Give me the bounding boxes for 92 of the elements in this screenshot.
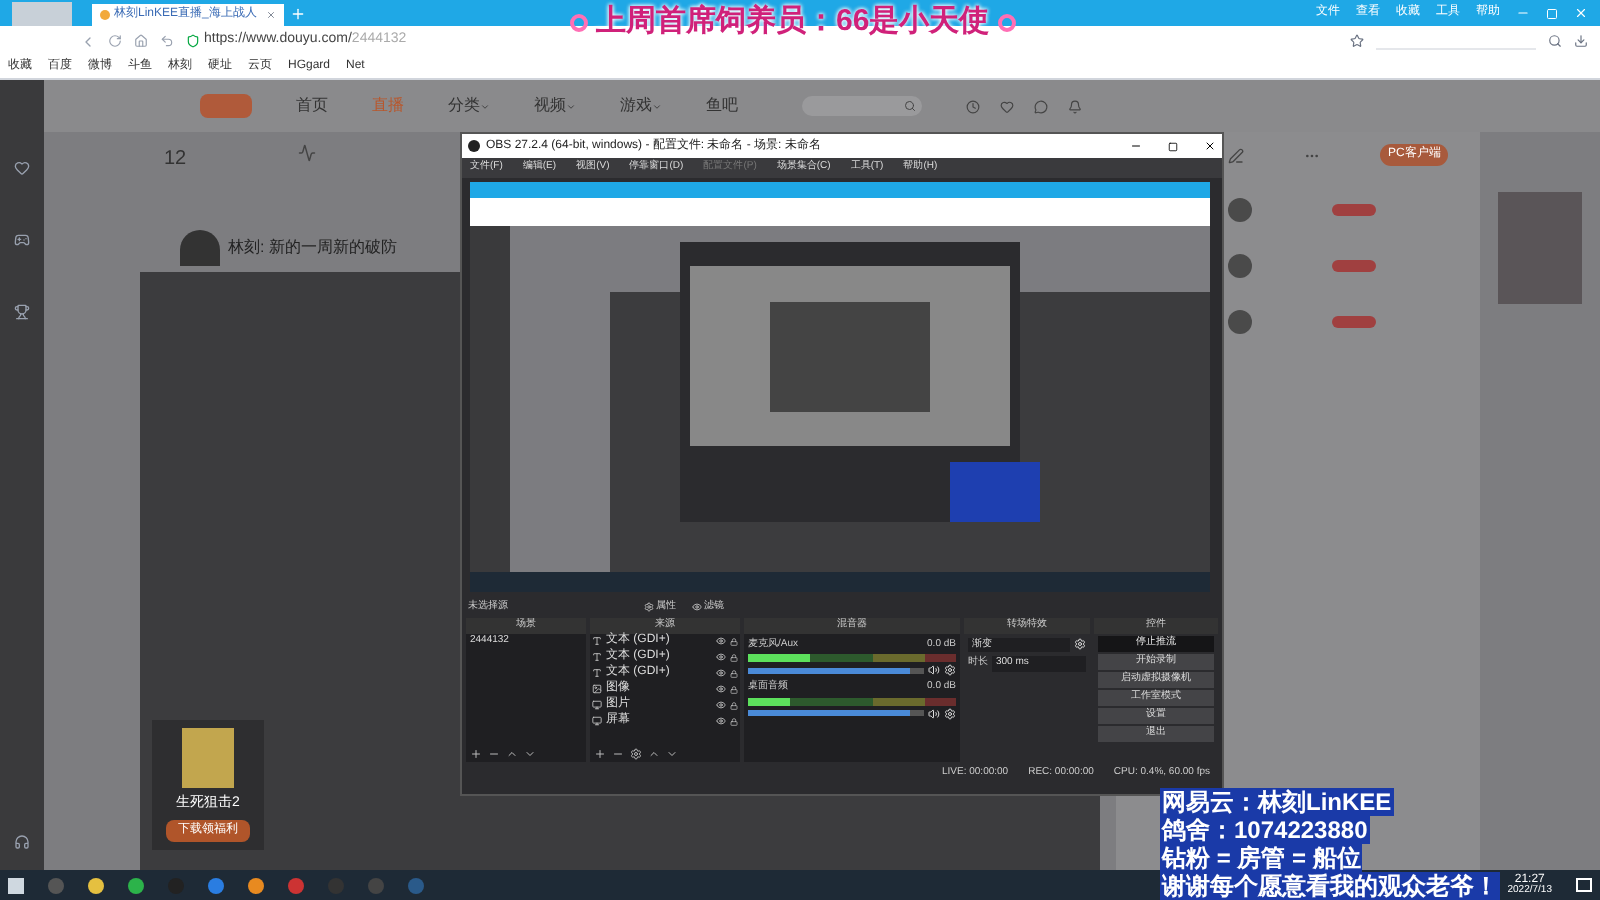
wave-icon (298, 144, 317, 162)
badge (1332, 260, 1376, 272)
back-icon (80, 33, 96, 49)
visibility-icon[interactable] (716, 684, 726, 694)
down-icon[interactable] (666, 748, 678, 760)
up-icon[interactable] (648, 748, 660, 760)
nav-link[interactable]: 分类 (448, 94, 490, 118)
settings-icon[interactable] (944, 707, 956, 719)
caret-icon (480, 101, 490, 111)
cat-avatar (180, 230, 220, 266)
source-type-icon (592, 684, 602, 694)
stream-title: 林刻: 新的一周新的破防 (228, 236, 397, 260)
game-art-placeholder (182, 727, 234, 787)
speaker-icon[interactable] (928, 664, 940, 676)
visibility-icon[interactable] (716, 652, 726, 662)
close-icon[interactable] (1204, 140, 1216, 152)
stat-count: 12 (164, 146, 187, 174)
source-type-icon (592, 700, 602, 710)
nav-link[interactable]: 首页 (296, 94, 328, 118)
overlay-text: 鸽舍：1074223880 (1160, 816, 1370, 844)
avatar (1228, 254, 1252, 278)
badge (1332, 316, 1376, 328)
source-type-icon (592, 668, 602, 678)
heart-icon (14, 160, 30, 176)
heart-icon (1000, 99, 1014, 113)
visibility-icon[interactable] (716, 636, 726, 646)
taskbar-app-icon[interactable] (208, 877, 224, 893)
down-icon[interactable] (524, 748, 536, 760)
bell-icon (1068, 99, 1082, 113)
settings-icon[interactable] (944, 664, 956, 676)
caret-icon (652, 101, 662, 111)
nav-link[interactable]: 视频 (534, 94, 576, 118)
settings-icon[interactable] (1074, 638, 1086, 651)
ad-photo-placeholder (1498, 192, 1582, 304)
home-icon (134, 34, 148, 48)
avatar (1228, 198, 1252, 222)
lock-icon[interactable] (730, 685, 738, 693)
taskbar-app-icon[interactable] (248, 877, 264, 893)
notification-icon[interactable] (1576, 878, 1592, 892)
app-icon (468, 140, 480, 152)
caret-icon (566, 101, 576, 111)
edit-icon (1228, 147, 1244, 163)
clock-icon (966, 99, 980, 113)
lock-icon[interactable] (730, 653, 738, 661)
search-icon (1548, 34, 1562, 48)
chat-icon (1034, 99, 1048, 113)
speaker-icon[interactable] (928, 707, 940, 719)
logo-icon (200, 94, 252, 118)
favicon-icon (100, 10, 110, 20)
add-icon[interactable] (470, 748, 482, 760)
nav-link[interactable]: 鱼吧 (706, 94, 738, 118)
overlay-text: 钻粉 = 房管 = 船位 (1160, 844, 1363, 872)
swirl-icon (570, 13, 588, 32)
nav-link[interactable]: 游戏 (620, 94, 662, 118)
search-field[interactable] (802, 96, 922, 116)
minimize-icon[interactable] (1130, 140, 1142, 152)
visibility-icon[interactable] (716, 716, 726, 726)
taskbar-app-icon[interactable] (128, 877, 144, 893)
shield-icon (186, 34, 200, 48)
eye-icon (692, 602, 702, 612)
lock-icon[interactable] (730, 717, 738, 725)
settings-icon[interactable] (630, 748, 642, 760)
visibility-icon[interactable] (716, 700, 726, 710)
source-type-icon (592, 716, 602, 726)
remove-icon[interactable] (488, 748, 500, 760)
visibility-icon[interactable] (716, 668, 726, 678)
headphones-icon (14, 834, 30, 850)
source-type-icon (592, 652, 602, 662)
gear-icon (644, 602, 654, 612)
maximize-icon[interactable] (1168, 141, 1178, 151)
star-icon (1350, 34, 1364, 48)
lock-icon[interactable] (730, 637, 738, 645)
avatar (1228, 310, 1252, 334)
overlay-text: 谢谢每个愿意看我的观众老爷！ (1160, 872, 1500, 900)
add-icon[interactable] (594, 748, 606, 760)
overlay-text: 网易云：林刻LinKEE (1160, 788, 1394, 816)
trophy-icon (14, 304, 30, 320)
taskbar-app-icon[interactable] (88, 877, 104, 893)
download-icon (1574, 34, 1588, 48)
gamepad-icon (14, 232, 30, 248)
badge (1332, 204, 1376, 216)
source-type-icon (592, 636, 602, 646)
thumbnail-placeholder (12, 2, 72, 26)
up-icon[interactable] (506, 748, 518, 760)
swirl-icon (997, 13, 1016, 32)
start-icon[interactable] (8, 877, 24, 893)
search-icon (904, 100, 916, 112)
remove-icon[interactable] (612, 748, 624, 760)
lock-icon[interactable] (730, 701, 738, 709)
lock-icon[interactable] (730, 669, 738, 677)
undo-icon (160, 34, 174, 48)
reload-icon (108, 34, 122, 48)
